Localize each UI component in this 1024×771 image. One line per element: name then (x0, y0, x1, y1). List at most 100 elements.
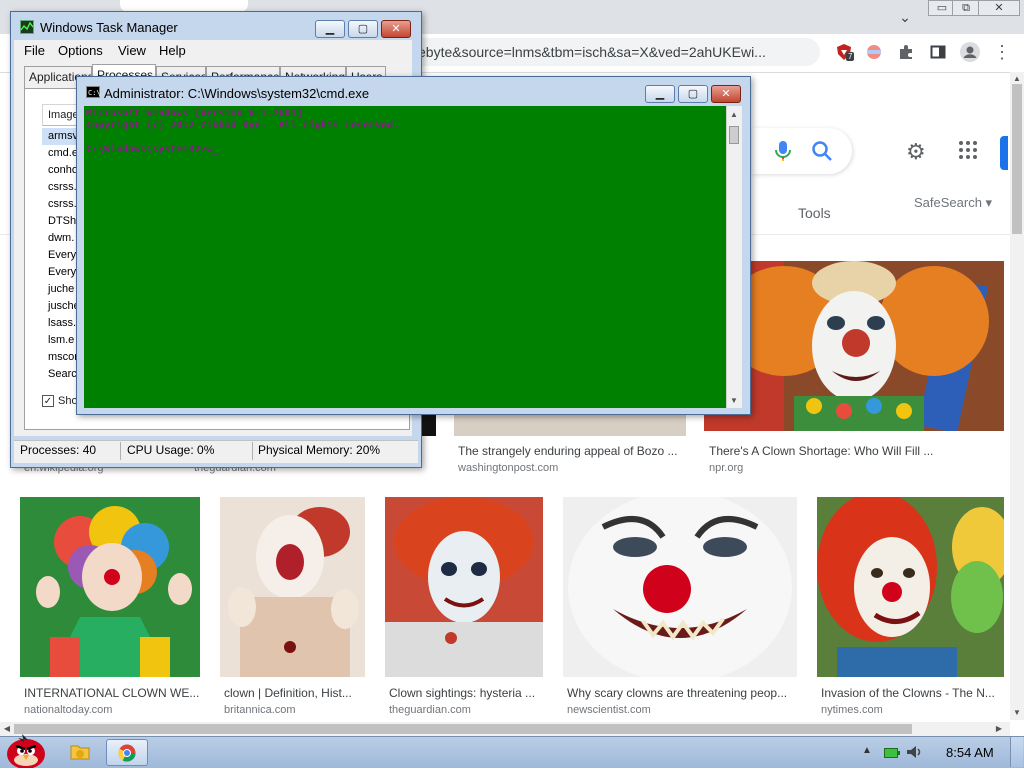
task-manager-icon (20, 20, 34, 34)
result-source: theguardian.com (389, 704, 471, 716)
maximize-icon: ▢ (687, 88, 699, 100)
result-caption[interactable]: Why scary clowns are threatening peop... (567, 686, 797, 700)
explorer-icon[interactable] (70, 743, 90, 761)
image-result-thumbnail[interactable] (385, 497, 543, 677)
maximize-button[interactable]: ▢ (348, 20, 378, 38)
horizontal-scroll-thumb[interactable] (14, 724, 912, 734)
console-scroll-thumb[interactable] (729, 126, 739, 144)
volume-icon[interactable] (906, 745, 924, 759)
minimize-button[interactable]: ▁ (315, 20, 345, 38)
close-button[interactable]: ✕ (381, 20, 411, 38)
chevron-down-icon[interactable]: ⌄ (894, 6, 916, 28)
search-icon[interactable] (810, 139, 834, 166)
more-vert-icon[interactable]: ⋮ (990, 40, 1014, 64)
process-row[interactable]: cmd.e (48, 147, 78, 159)
menu-help[interactable]: Help (159, 43, 186, 58)
clock[interactable]: 8:54 AM (946, 745, 994, 760)
menu-file[interactable]: File (24, 43, 45, 58)
process-row[interactable]: armsv (48, 130, 78, 142)
scroll-down-arrow-icon[interactable]: ▼ (727, 394, 741, 408)
close-button[interactable]: ✕ (711, 85, 741, 103)
microphone-icon[interactable] (772, 139, 794, 166)
process-row[interactable]: csrss. (48, 198, 77, 210)
console-prompt[interactable]: C:\Windows\system32>w_ (86, 144, 218, 155)
process-row[interactable]: lsass. (48, 317, 76, 329)
console-scrollbar[interactable] (726, 106, 742, 408)
tools-button[interactable]: Tools (798, 205, 831, 221)
sign-in-button[interactable] (1000, 136, 1008, 170)
column-header-label: Image (48, 109, 79, 121)
scroll-down-arrow-icon[interactable]: ▼ (1010, 706, 1024, 720)
minimize-icon: ▭ (936, 2, 948, 14)
result-caption[interactable]: clown | Definition, Hist... (224, 686, 365, 700)
cmd-icon: C:\ (86, 86, 101, 98)
image-result-thumbnail[interactable] (563, 497, 797, 677)
result-caption[interactable]: There's A Clown Shortage: Who Will Fill … (709, 444, 1004, 458)
process-row[interactable]: juche (48, 283, 74, 295)
maximize-icon: ▢ (357, 23, 369, 35)
minimize-icon: ▁ (655, 88, 665, 100)
minimize-icon: ▁ (325, 23, 335, 35)
maximize-button[interactable]: ▢ (678, 85, 708, 103)
image-result-thumbnail[interactable] (20, 497, 200, 677)
process-row[interactable]: lsm.e (48, 334, 74, 346)
result-caption[interactable]: INTERNATIONAL CLOWN WE... (24, 686, 200, 700)
result-source: britannica.com (224, 704, 296, 716)
result-source: newscientist.com (567, 704, 651, 716)
restore-button[interactable]: ⧉ (952, 0, 980, 16)
tray-expand-icon[interactable]: ▲ (862, 745, 872, 756)
close-icon: ✕ (721, 88, 731, 100)
show-all-checkbox[interactable]: ✓ (42, 395, 54, 407)
console-line: Copyright (c) 2012 Zibhad Kye. All right… (86, 120, 400, 131)
cmd-title: Administrator: C:\Windows\system32\cmd.e… (104, 86, 370, 101)
close-icon: ✕ (994, 2, 1004, 14)
puzzle-icon[interactable] (894, 40, 918, 64)
status-separator (252, 442, 253, 460)
task-manager-title: Windows Task Manager (40, 20, 178, 35)
gear-icon[interactable]: ⚙ (906, 139, 926, 165)
result-source: nationaltoday.com (24, 704, 113, 716)
show-all-label: Sho (58, 395, 78, 407)
image-result-thumbnail[interactable] (817, 497, 1004, 677)
menu-options[interactable]: Options (58, 43, 103, 58)
status-cpu: CPU Usage: 0% (127, 443, 215, 457)
close-button[interactable]: ✕ (978, 0, 1020, 16)
vertical-scroll-thumb[interactable] (1012, 84, 1022, 234)
process-row[interactable]: dwm. (48, 232, 74, 244)
restore-icon: ⧉ (962, 2, 970, 14)
result-caption[interactable]: Clown sightings: hysteria ... (389, 686, 543, 700)
close-icon: ✕ (391, 23, 401, 35)
result-source: npr.org (709, 462, 744, 474)
profile-avatar-icon[interactable] (958, 40, 982, 64)
show-desktop-button[interactable] (1010, 737, 1023, 767)
result-source: nytimes.com (821, 704, 883, 716)
angry-bird-start-icon[interactable] (4, 730, 48, 769)
process-row[interactable]: mscor (48, 351, 78, 363)
result-caption[interactable]: Invasion of the Clowns - The N... (821, 686, 1004, 700)
image-result-thumbnail[interactable] (220, 497, 365, 677)
colorful-extension-icon[interactable] (862, 40, 886, 64)
search-box[interactable] (752, 128, 852, 174)
svg-text:C:\: C:\ (88, 89, 100, 97)
url-text: ebyte&source=lnms&tbm=isch&sa=X&ved=2ahU… (418, 44, 766, 60)
result-source: washingtonpost.com (458, 462, 559, 474)
result-caption[interactable]: The strangely enduring appeal of Bozo ..… (458, 444, 686, 458)
process-row[interactable]: csrss. (48, 181, 77, 193)
scroll-up-arrow-icon[interactable]: ▲ (727, 108, 741, 122)
google-apps-icon[interactable] (958, 140, 978, 166)
side-panel-icon[interactable] (926, 40, 950, 64)
status-processes: Processes: 40 (20, 443, 97, 457)
minimize-button[interactable]: ▁ (645, 85, 675, 103)
process-row[interactable]: Every (48, 266, 76, 278)
menu-view[interactable]: View (118, 43, 146, 58)
process-row[interactable]: conho (48, 164, 78, 176)
process-row[interactable]: Searc (48, 368, 77, 380)
status-separator (120, 442, 121, 460)
address-bar[interactable]: ebyte&source=lnms&tbm=isch&sa=X&ved=2ahU… (400, 38, 820, 66)
battery-icon[interactable] (884, 747, 900, 758)
extension-badge: 7 (846, 52, 855, 61)
process-row[interactable]: Every (48, 249, 76, 261)
scroll-right-arrow-icon[interactable]: ▶ (992, 722, 1006, 736)
status-memory: Physical Memory: 20% (258, 443, 381, 457)
safesearch-dropdown[interactable]: SafeSearch ▾ (914, 195, 992, 211)
